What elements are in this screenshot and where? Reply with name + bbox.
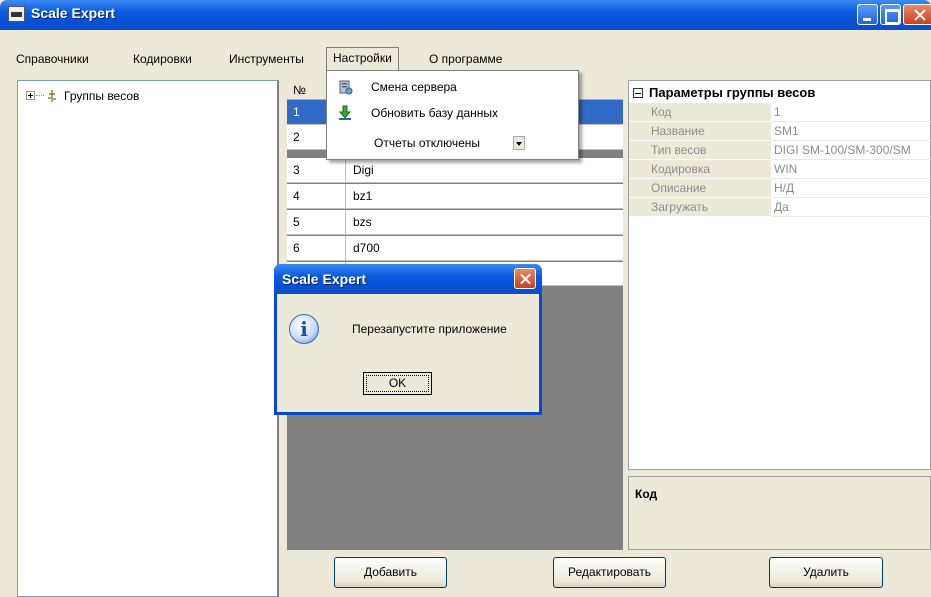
menu-directories[interactable]: Справочники [16,49,89,69]
property-key: Название [629,122,771,141]
property-key: Загружать [629,198,771,217]
list-row[interactable]: 3 Digi [287,158,623,183]
row-number: 3 [287,158,346,182]
tree-expand-icon[interactable] [26,91,35,100]
row-number: 5 [287,210,346,234]
property-description-panel: Код [628,476,931,550]
row-name: d700 [353,241,380,255]
list-row[interactable]: 4 bz1 [287,184,623,209]
property-row[interactable]: Описание Н/Д [629,179,931,198]
property-value: WIN [772,160,931,179]
maximize-button[interactable] [880,4,901,25]
dialog-title: Scale Expert [282,271,367,287]
minimize-button[interactable] [857,4,878,25]
property-value: SM1 [772,122,931,141]
property-row[interactable]: Код 1 [629,103,931,122]
close-button[interactable] [903,4,931,25]
property-row[interactable]: Название SM1 [629,122,931,141]
column-number-header[interactable]: № [293,83,306,97]
property-row[interactable]: Загружать Да [629,198,931,217]
delete-button[interactable]: Удалить [769,557,883,588]
info-icon: i [289,314,319,344]
window-title: Scale Expert [31,5,116,21]
menu-tools[interactable]: Инструменты [229,49,304,69]
row-name: Digi [353,163,374,177]
properties-header[interactable]: Параметры группы весов [633,85,815,100]
properties-header-label: Параметры группы весов [649,85,816,100]
row-number: 6 [287,236,346,260]
reports-dropdown-arrow-icon[interactable] [513,136,525,150]
property-value: Н/Д [772,179,931,198]
property-row[interactable]: Кодировка WIN [629,160,931,179]
property-key: Код [629,103,771,122]
property-description-title: Код [635,487,658,501]
property-value: Да [772,198,931,217]
collapse-icon[interactable] [633,88,643,98]
ok-button[interactable]: OK [363,372,432,395]
list-row[interactable]: 6 d700 [287,236,623,261]
property-value: DIGI SM-100/SM-300/SM [772,141,931,160]
update-database-item[interactable]: Обновить базу данных [371,106,498,120]
change-server-item[interactable]: Смена сервера [371,80,457,94]
menu-about[interactable]: О программе [429,49,502,69]
property-key: Тип весов [629,141,771,160]
tree-connector [36,95,44,96]
message-dialog: Scale Expert i Перезапустите приложение … [274,264,542,415]
dialog-titlebar[interactable]: Scale Expert [274,264,542,294]
dialog-close-button[interactable] [514,268,536,289]
scale-groups-tree[interactable]: Группы весов [17,80,279,597]
row-name: bzs [353,215,372,229]
scale-group-icon [48,89,56,102]
menu-bar: Справочники Кодировки Инструменты Настро… [0,30,931,70]
property-key: Описание [629,179,771,198]
row-name: bz1 [353,189,373,203]
properties-panel[interactable]: Параметры группы весов Код 1 Название SM… [628,80,931,470]
download-icon [338,105,352,120]
tree-root-label[interactable]: Группы весов [64,89,139,103]
row-number: 4 [287,184,346,208]
property-key: Кодировка [629,160,771,179]
settings-dropdown-menu: Смена сервера Обновить базу данных Отчет… [326,70,579,160]
menu-settings[interactable]: Настройки [326,47,399,70]
reports-disabled-item[interactable]: Отчеты отключены [374,136,480,150]
server-icon [339,80,353,95]
dialog-message: Перезапустите приложение [352,322,507,336]
property-row[interactable]: Тип весов DIGI SM-100/SM-300/SM [629,141,931,160]
add-button[interactable]: Добавить [334,557,447,588]
property-value: 1 [772,103,931,122]
list-row[interactable]: 5 bzs [287,210,623,235]
edit-button[interactable]: Редактировать [553,557,666,588]
window-titlebar[interactable]: Scale Expert [0,0,931,30]
menu-encodings[interactable]: Кодировки [133,49,192,69]
app-icon [8,6,25,22]
